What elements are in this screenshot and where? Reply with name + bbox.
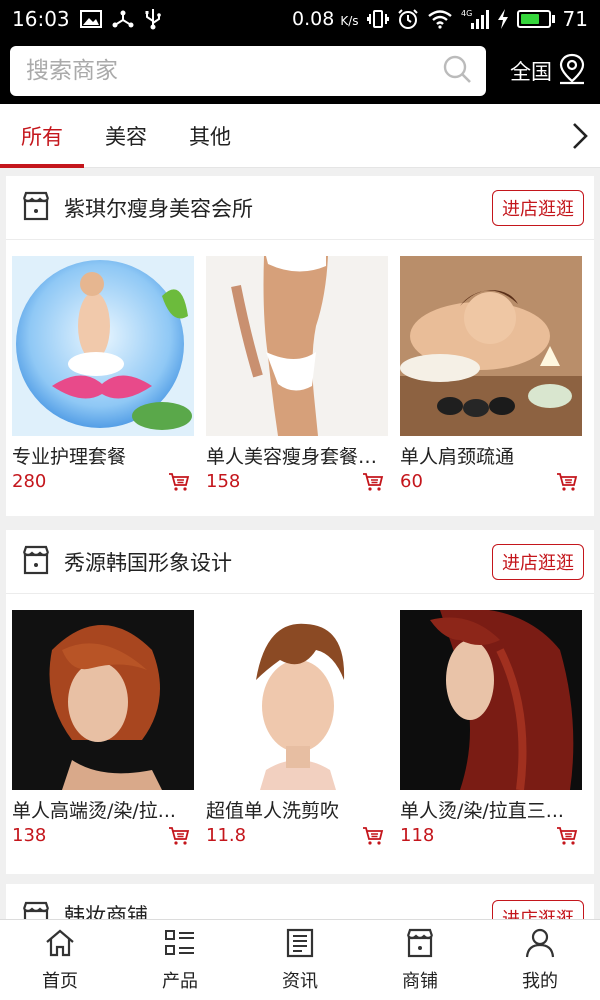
store-icon [20,190,52,226]
clock: 16:03 [12,7,70,31]
product-image[interactable] [400,610,582,790]
cart-icon[interactable] [556,472,578,492]
tab-all[interactable]: 所有 [0,104,84,168]
product-price: 138 [12,825,47,846]
wifi-icon [427,9,453,29]
product-item[interactable]: 单人肩颈疏通 60 [400,256,582,492]
nav-label: 产品 [162,970,198,992]
tab-other[interactable]: 其他 [168,104,252,168]
product-name: 单人高端烫/染/拉... [12,800,176,822]
search-icon[interactable] [442,54,472,88]
product-price: 158 [206,471,241,492]
product-price: 60 [400,471,423,492]
net-speed: 0.08 K/s [292,8,359,30]
nav-news[interactable]: 资讯 [240,920,360,1000]
shop-name: 秀源韩国形象设计 [64,550,232,575]
cart-icon[interactable] [556,826,578,846]
alarm-icon [397,8,419,30]
product-item[interactable]: 单人烫/染/拉直三... 118 [400,610,582,846]
store-icon [404,928,436,963]
cart-icon[interactable] [168,472,190,492]
search-header: 全国 [0,38,600,104]
user-icon [524,928,556,963]
nav-label: 商铺 [402,970,438,992]
product-item[interactable]: 单人美容瘦身套餐1... 158 [206,256,388,492]
product-item[interactable]: 专业护理套餐 280 [12,256,194,492]
nav-home[interactable]: 首页 [0,920,120,1000]
vibrate-icon [366,9,389,29]
battery-level: 71 [562,7,588,31]
image-icon [79,10,102,28]
product-price: 280 [12,471,47,492]
battery-icon [516,10,555,28]
region-label: 全国 [510,60,552,84]
cart-icon[interactable] [362,826,384,846]
shop-card: 韩妆商铺 进店逛逛 [6,884,594,924]
search-input[interactable] [26,58,442,84]
nav-products[interactable]: 产品 [120,920,240,1000]
product-image[interactable] [12,256,194,436]
store-icon [20,544,52,580]
product-name: 单人美容瘦身套餐1... [206,446,388,468]
charging-icon [497,9,509,29]
search-box[interactable] [10,46,486,96]
shop-card: 紫琪尔瘦身美容会所 进店逛逛 专业护理套餐 280 单人美容瘦身套餐1... 1… [6,176,594,516]
product-image[interactable] [206,610,388,790]
product-name: 专业护理套餐 [12,446,127,468]
share-icon [112,9,134,29]
region-selector[interactable]: 全国 [510,53,590,90]
cart-icon[interactable] [362,472,384,492]
nav-label: 首页 [42,970,78,992]
product-image[interactable] [12,610,194,790]
product-item[interactable]: 单人高端烫/染/拉... 138 [12,610,194,846]
nav-label: 我的 [522,970,558,992]
product-item[interactable]: 超值单人洗剪吹 11.8 [206,610,388,846]
product-name: 超值单人洗剪吹 [206,800,340,822]
product-image[interactable] [206,256,388,436]
product-image[interactable] [400,256,582,436]
product-price: 118 [400,825,435,846]
enter-shop-button[interactable]: 进店逛逛 [492,189,584,226]
enter-shop-button[interactable]: 进店逛逛 [492,543,584,580]
status-bar: 16:03 0.08 K/s 4G 71 [0,0,600,38]
nav-stores[interactable]: 商铺 [360,920,480,1000]
shop-card: 秀源韩国形象设计 进店逛逛 单人高端烫/染/拉... 138 超值单人洗剪吹 1… [6,530,594,874]
bottom-nav: 首页 产品 资讯 商铺 我的 [0,919,600,1000]
news-icon [284,928,316,963]
product-name: 单人烫/染/拉直三... [400,800,564,822]
tab-beauty[interactable]: 美容 [84,104,168,168]
cart-icon[interactable] [168,826,190,846]
product-list-icon [164,928,196,963]
product-price: 11.8 [206,825,247,846]
chevron-right-icon[interactable] [560,104,600,168]
svg-text:4G: 4G [461,9,472,18]
shop-name: 紫琪尔瘦身美容会所 [64,196,253,221]
home-icon [44,928,76,963]
usb-icon [144,8,162,30]
location-pin-icon [558,53,586,90]
nav-label: 资讯 [282,970,318,992]
category-tabs: 所有 美容 其他 [0,104,600,168]
product-name: 单人肩颈疏通 [400,446,515,468]
nav-mine[interactable]: 我的 [480,920,600,1000]
signal-4g-icon: 4G [461,8,489,30]
